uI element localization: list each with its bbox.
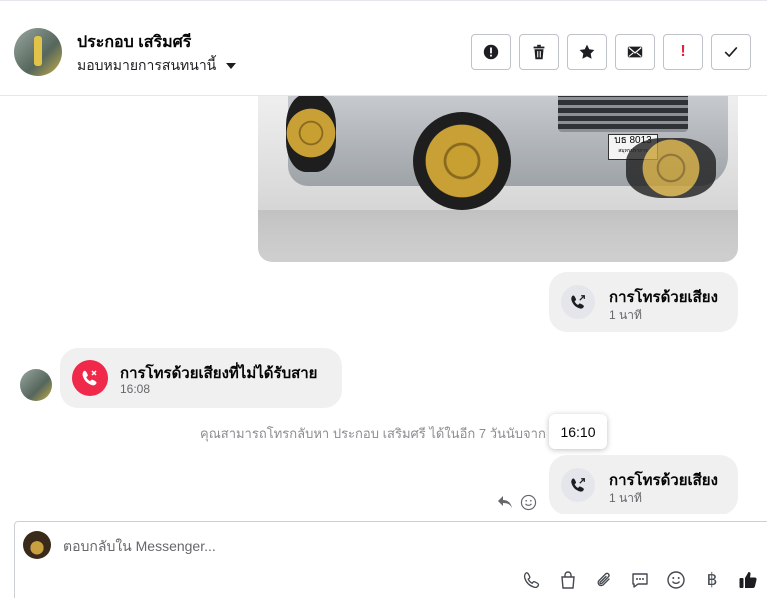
call-duration: 1 นาที <box>609 491 642 505</box>
contact-name[interactable]: ประกอบ เสริมศรี <box>77 30 191 55</box>
like-button[interactable] <box>737 569 759 591</box>
timestamp-tooltip: 16:10 <box>549 414 607 449</box>
reply-icon[interactable] <box>497 495 513 509</box>
reply-composer: ฿ <box>14 521 767 598</box>
missed-call-icon <box>72 360 108 396</box>
trash-icon <box>533 44 545 60</box>
rear-wheel <box>286 96 336 172</box>
outgoing-call-bubble[interactable]: การโทรด้วยเสียง 1 นาที <box>549 455 738 514</box>
phone-icon <box>523 572 540 588</box>
reply-input[interactable] <box>63 538 663 554</box>
composer-toolbar: ฿ <box>521 569 759 591</box>
outgoing-call-bubble[interactable]: การโทรด้วยเสียง 1 นาที <box>549 272 738 332</box>
outgoing-call-icon <box>561 285 595 319</box>
attach-button[interactable] <box>593 569 615 591</box>
missed-call-time: 16:08 <box>120 382 151 396</box>
assign-label: มอบหมายการสนทนานี้ <box>77 57 217 73</box>
sender-avatar[interactable] <box>20 369 52 401</box>
smiley-icon <box>667 571 685 589</box>
payment-button[interactable]: ฿ <box>701 569 723 591</box>
delete-button[interactable] <box>519 34 559 70</box>
page-avatar <box>23 531 51 559</box>
important-button[interactable]: ! <box>663 34 703 70</box>
paperclip-icon <box>597 572 610 587</box>
call-duration: 1 นาที <box>609 308 642 322</box>
star-icon <box>579 44 595 59</box>
mark-unread-button[interactable] <box>615 34 655 70</box>
mark-done-button[interactable] <box>711 34 751 70</box>
conversation-toolbar: ! <box>471 34 751 70</box>
envelope-icon <box>627 46 643 58</box>
right-wheel <box>626 138 716 198</box>
caret-down-icon <box>226 63 237 69</box>
missed-call-bubble[interactable]: การโทรด้วยเสียงที่ไม่ได้รับสาย 16:08 <box>60 348 342 408</box>
emoji-button[interactable] <box>665 569 687 591</box>
car-photo-attachment[interactable]: บธ 8013 สมุทรปราการ <box>258 96 738 262</box>
message-thread: บธ 8013 สมุทรปราการ การโทรด้วยเสียง 1 นา… <box>0 96 767 514</box>
exclamation-circle-icon <box>483 44 499 60</box>
conversation-header: ประกอบ เสริมศรี มอบหมายการสนทนานี้ ! <box>0 0 767 96</box>
contact-avatar[interactable] <box>14 28 62 76</box>
car-grille <box>558 96 688 132</box>
shopping-bag-icon <box>561 571 575 589</box>
red-exclamation-icon: ! <box>680 43 686 60</box>
mark-spam-button[interactable] <box>471 34 511 70</box>
callback-notice: คุณสามารถโทรกลับหา ประกอบ เสริมศรี ได้ใน… <box>200 426 546 441</box>
chat-bubble-icon <box>632 573 648 588</box>
smiley-react-icon[interactable] <box>520 494 537 511</box>
assign-conversation-dropdown[interactable]: มอบหมายการสนทนานี้ <box>77 55 237 77</box>
floor-reflection <box>258 210 738 262</box>
check-icon <box>724 47 738 57</box>
baht-icon: ฿ <box>706 570 718 589</box>
call-button[interactable] <box>521 569 543 591</box>
shop-button[interactable] <box>557 569 579 591</box>
front-wheel <box>413 112 511 210</box>
outgoing-call-icon <box>561 468 595 502</box>
follow-up-button[interactable] <box>567 34 607 70</box>
saved-replies-button[interactable] <box>629 569 651 591</box>
thumbs-up-icon <box>739 572 757 588</box>
